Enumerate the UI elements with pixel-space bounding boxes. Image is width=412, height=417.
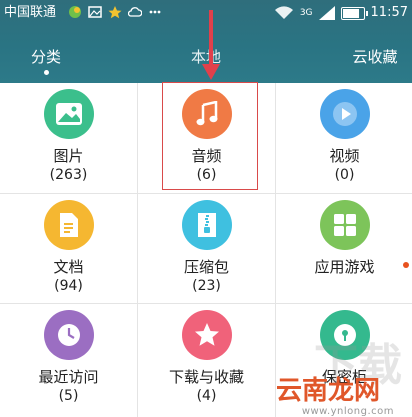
battery-icon [340, 6, 368, 20]
tab-category[interactable]: 分类 [26, 46, 66, 67]
category-label: 图片 [53, 147, 84, 165]
archive-icon [182, 200, 232, 250]
watermark: 下载 云南龙网 www.ynlong.com [272, 322, 412, 417]
category-count: (0) [334, 167, 355, 183]
category-downloads-favorites[interactable]: 下载与收藏 (4) [138, 304, 275, 414]
category-label: 文档 [53, 258, 84, 276]
cloud-notification-icon [128, 7, 142, 17]
category-recent[interactable]: 最近访问 (5) [0, 304, 137, 414]
status-bar: 中国联通 3G 11:57 [0, 0, 412, 26]
category-count: (23) [192, 278, 221, 294]
category-count: (4) [196, 388, 217, 404]
status-right: 3G 11:57 [274, 0, 408, 26]
category-count: (263) [49, 167, 88, 183]
document-icon [44, 200, 94, 250]
category-label: 最近访问 [38, 368, 99, 386]
image-icon [44, 89, 94, 139]
category-documents[interactable]: 文档 (94) [0, 194, 137, 304]
video-icon [320, 89, 370, 139]
apps-icon [320, 200, 370, 250]
carrier-name: 中国联通 [4, 5, 57, 20]
clock-icon [44, 310, 94, 360]
category-archives[interactable]: 压缩包 (23) [138, 194, 275, 304]
watermark-url: www.ynlong.com [301, 406, 394, 417]
signal-icon [318, 6, 335, 20]
star-notification-icon [108, 6, 122, 19]
more-notifications-icon [149, 10, 161, 14]
category-video[interactable]: 视频 (0) [276, 83, 412, 193]
status-time: 11:57 [370, 5, 408, 20]
annotation-arrow [202, 10, 220, 80]
status-notification-icons [68, 5, 162, 19]
category-count: (5) [58, 388, 79, 404]
active-tab-indicator [44, 70, 49, 75]
gallery-notification-icon [88, 6, 102, 18]
wifi-icon [274, 6, 293, 20]
annotation-highlight-box [162, 82, 258, 190]
category-apps-games[interactable]: 应用游戏 [276, 194, 412, 304]
category-label: 应用游戏 [314, 258, 375, 276]
network-type-label: 3G [299, 8, 313, 18]
category-label: 下载与收藏 [168, 368, 244, 386]
category-label: 压缩包 [183, 258, 229, 276]
new-item-dot [403, 262, 409, 268]
category-label: 视频 [329, 147, 360, 165]
category-count: (94) [54, 278, 83, 294]
category-images[interactable]: 图片 (263) [0, 83, 137, 193]
app-notification-icon [69, 6, 81, 18]
watermark-brand: 云南龙网 [275, 376, 380, 406]
tab-cloud-favorites[interactable]: 云收藏 [345, 46, 405, 67]
star-icon [182, 310, 232, 360]
